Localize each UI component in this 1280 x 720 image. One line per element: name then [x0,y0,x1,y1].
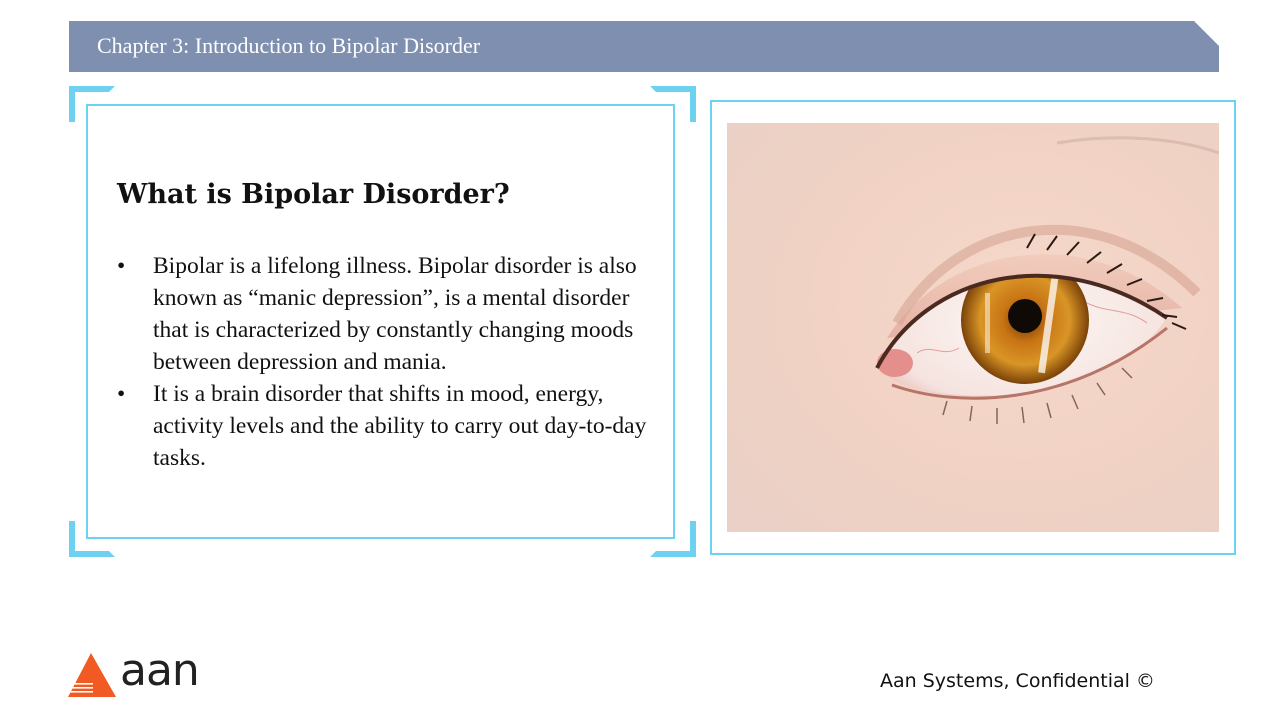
bullet-text: It is a brain disorder that shifts in mo… [153,381,647,471]
list-item: • Bipolar is a lifelong illness. Bipolar… [117,250,662,378]
eye-photo [727,123,1219,532]
bullet-icon: • [117,253,126,279]
bullet-list: • Bipolar is a lifelong illness. Bipolar… [117,250,662,474]
image-frame [710,100,1236,555]
text-card: What is Bipolar Disorder? • Bipolar is a… [69,86,696,557]
chapter-title: Chapter 3: Introduction to Bipolar Disor… [97,33,481,58]
content-heading: What is Bipolar Disorder? [117,179,510,210]
header-banner: Chapter 3: Introduction to Bipolar Disor… [69,21,1219,72]
bullet-text: Bipolar is a lifelong illness. Bipolar d… [153,253,637,375]
logo-wordmark: aan [120,645,200,696]
logo-triangle-icon [68,653,116,697]
aan-logo: aan [68,645,200,699]
content-frame: What is Bipolar Disorder? • Bipolar is a… [86,104,675,539]
list-item: • It is a brain disorder that shifts in … [117,378,662,474]
eye-icon [727,123,1219,532]
bullet-icon: • [117,381,126,407]
confidential-notice: Aan Systems, Confidential © [880,670,1155,692]
